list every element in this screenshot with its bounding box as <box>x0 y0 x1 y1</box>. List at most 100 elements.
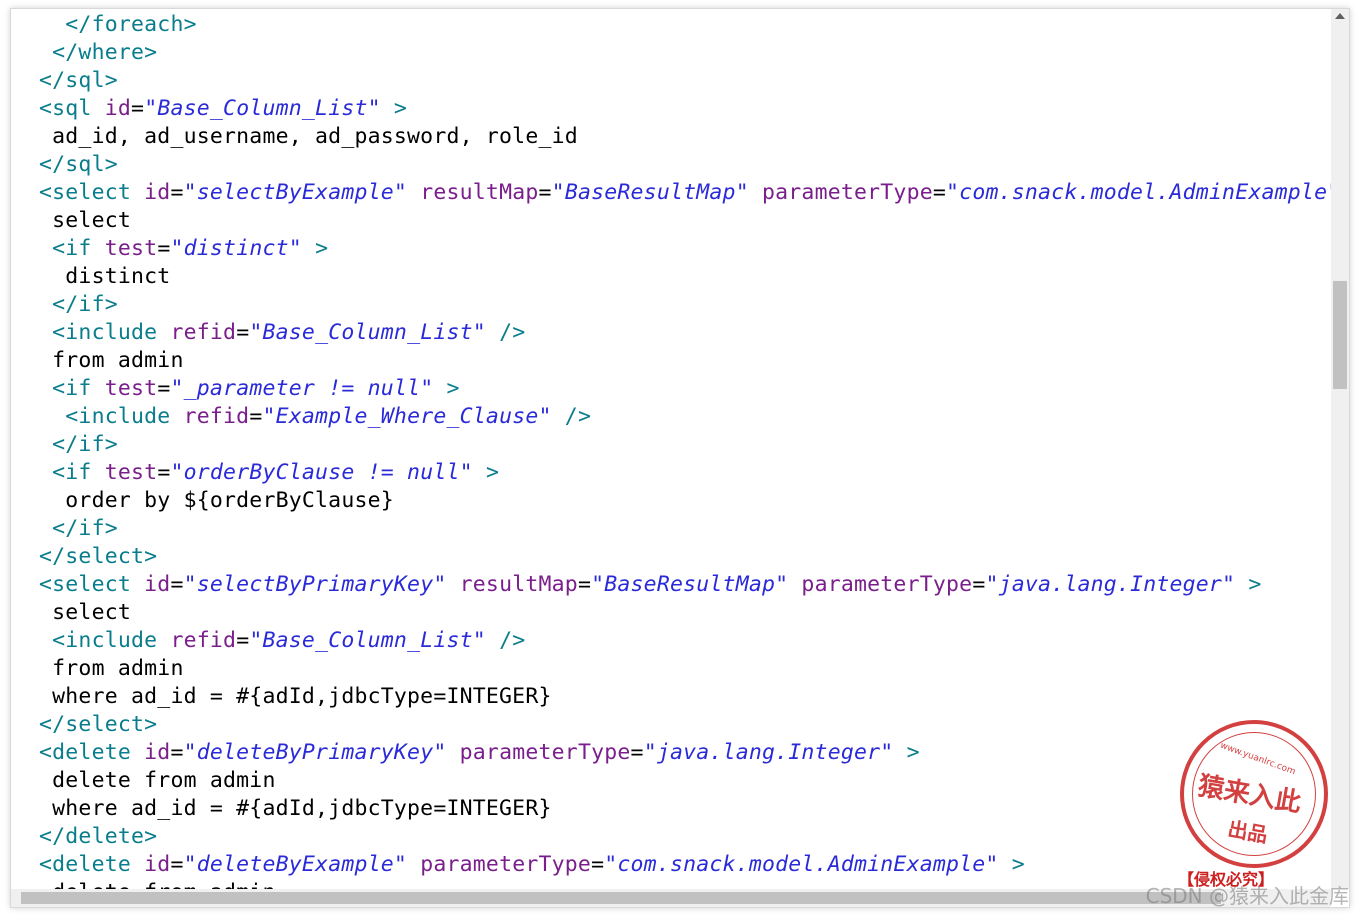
code-token: = <box>236 628 250 653</box>
scroll-up-icon[interactable] <box>1335 13 1345 19</box>
code-token: "selectByPrimaryKey" <box>183 572 447 597</box>
code-token: = <box>170 852 184 877</box>
code-line: </select> <box>39 543 157 571</box>
code-token: select <box>39 208 132 233</box>
code-token: </sql> <box>39 68 118 93</box>
code-token: test <box>104 376 158 401</box>
code-token: = <box>131 96 145 121</box>
vertical-scroll-thumb[interactable] <box>1333 281 1347 389</box>
code-token: "deleteByPrimaryKey" <box>183 740 447 765</box>
code-line: </if> <box>39 431 118 459</box>
code-line: distinct <box>39 263 170 291</box>
code-token: </if> <box>39 432 118 457</box>
code-token: <if <box>39 236 105 261</box>
code-token: parameterType <box>407 852 592 877</box>
code-token: </foreach> <box>39 12 197 37</box>
code-line: order by ${orderByClause} <box>39 487 394 515</box>
code-token: "distinct" <box>170 236 302 261</box>
code-token: "Example_Where_Clause" <box>262 404 552 429</box>
code-token: delete from admin <box>39 768 276 793</box>
code-line: select <box>39 599 131 627</box>
code-token: <delete <box>39 852 145 877</box>
code-line: from admin <box>39 655 184 683</box>
code-token: "selectByExample" <box>183 180 408 205</box>
code-line: delete from admin <box>39 767 276 795</box>
csdn-watermark: CSDN @猿来入此金库 <box>1145 884 1349 908</box>
code-token: > <box>472 460 500 485</box>
code-token: </where> <box>39 40 158 65</box>
code-token: parameterType <box>446 740 631 765</box>
code-line: <if test="distinct" > <box>39 235 328 263</box>
code-token: parameterType <box>788 572 973 597</box>
code-token: = <box>170 740 184 765</box>
horizontal-scrollbar[interactable] <box>11 889 1331 907</box>
code-line: <delete id="deleteByExample" parameterTy… <box>39 851 1025 879</box>
code-token: refid <box>170 628 237 653</box>
code-line: <select id="selectByPrimaryKey" resultMa… <box>39 571 1262 599</box>
code-token: "orderByClause != null" <box>170 460 473 485</box>
code-token: = <box>170 572 184 597</box>
code-token: test <box>104 236 158 261</box>
code-token: from admin <box>39 348 184 373</box>
code-token: <if <box>39 460 105 485</box>
code-token: order by ${orderByClause} <box>39 488 394 513</box>
code-token: "_parameter != null" <box>170 376 434 401</box>
code-line: <select id="selectByExample" resultMap="… <box>39 179 1331 207</box>
code-token: "Base_Column_List" <box>144 96 381 121</box>
code-line: </where> <box>39 39 157 67</box>
code-token: ad_id, ad_username, ad_password, role_id <box>39 124 578 149</box>
code-token: > <box>893 740 920 765</box>
code-token: parameterType <box>748 180 933 205</box>
code-token: = <box>630 740 644 765</box>
code-token: /> <box>551 404 592 429</box>
code-line: </if> <box>39 515 118 543</box>
code-line: </delete> <box>39 823 157 851</box>
code-token: "BaseResultMap" <box>591 572 789 597</box>
code-line: </if> <box>39 291 118 319</box>
code-token: delete from admin <box>39 880 276 889</box>
code-line: </foreach> <box>39 11 197 39</box>
horizontal-scroll-thumb[interactable] <box>21 892 1221 904</box>
code-token: = <box>577 572 592 597</box>
code-token: <sql <box>39 96 105 121</box>
code-token: resultMap <box>446 572 578 597</box>
code-token: = <box>236 320 250 345</box>
code-token: = <box>170 180 184 205</box>
code-line: </sql> <box>39 151 118 179</box>
code-line: </select> <box>39 711 157 739</box>
code-token: = <box>538 180 552 205</box>
code-token: <delete <box>39 740 145 765</box>
code-line: from admin <box>39 347 184 375</box>
code-line: select <box>39 207 131 235</box>
code-token: refid <box>170 320 237 345</box>
code-token: "Base_Column_List" <box>249 320 486 345</box>
stamp-seal: www.yuanlrc.com  猿来入此 出品 <box>1180 720 1328 868</box>
code-viewer-window: </foreach> </where> </sql> <sql id="Base_C… <box>10 8 1350 908</box>
code-token: "BaseResultMap" <box>551 180 749 205</box>
code-token: "com.snack.model.AdminExample" <box>604 852 999 877</box>
code-token: "deleteByExample" <box>183 852 408 877</box>
code-line: <include refid="Base_Column_List" /> <box>39 627 525 655</box>
code-token: /> <box>485 628 526 653</box>
code-token: = <box>932 180 947 205</box>
code-line: </sql> <box>39 67 118 95</box>
code-line: <if test="orderByClause != null" > <box>39 459 499 487</box>
code-token: <if <box>39 376 105 401</box>
code-line: <if test="_parameter != null" > <box>39 375 460 403</box>
code-token: id <box>144 180 171 205</box>
code-token: <include <box>39 628 171 653</box>
code-token: id <box>104 96 132 121</box>
code-token: </sql> <box>39 152 118 177</box>
code-token: > <box>301 236 329 261</box>
code-token: <include <box>39 320 171 345</box>
code-token: </select> <box>39 712 158 737</box>
vertical-scrollbar[interactable] <box>1331 9 1349 889</box>
code-token: > <box>433 376 460 401</box>
code-token: id <box>144 572 171 597</box>
code-token: = <box>157 376 171 401</box>
code-token: /> <box>485 320 526 345</box>
code-line: <include refid="Base_Column_List" /> <box>39 319 525 347</box>
code-line: <sql id="Base_Column_List" > <box>39 95 407 123</box>
code-line: where ad_id = #{adId,jdbcType=INTEGER} <box>39 683 552 711</box>
code-token: </if> <box>39 516 118 541</box>
